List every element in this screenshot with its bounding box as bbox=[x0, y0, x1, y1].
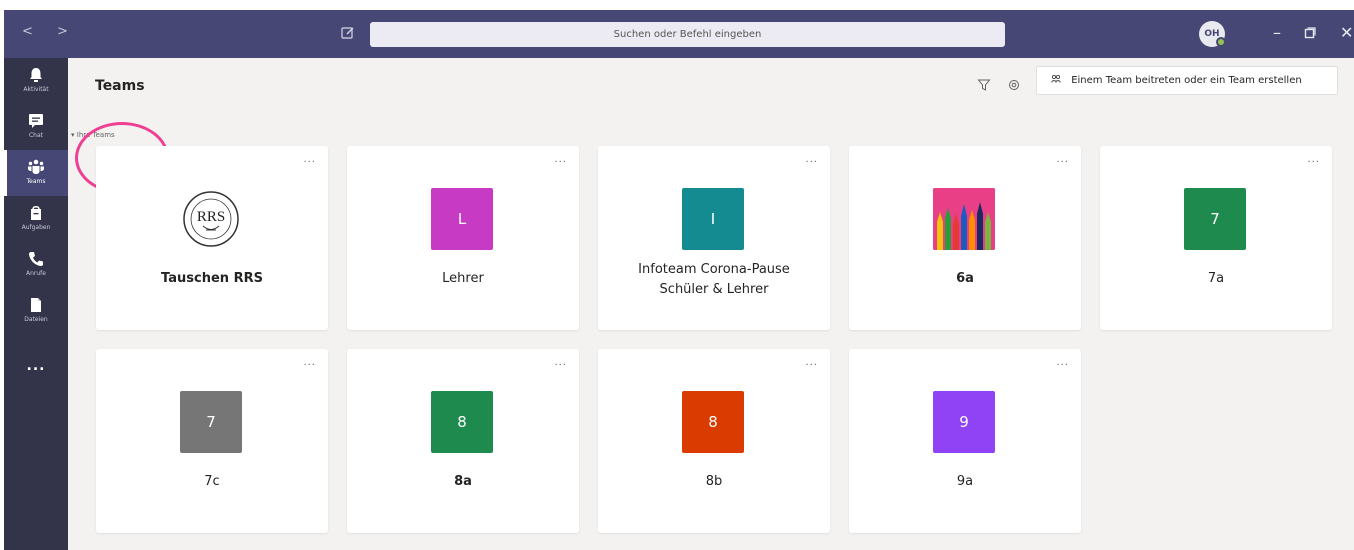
team-card-6a[interactable]: ... 6a bbox=[849, 146, 1081, 330]
status-indicator bbox=[1216, 37, 1226, 47]
rrs-logo: RRS bbox=[180, 188, 242, 250]
team-options-button[interactable]: ... bbox=[554, 357, 567, 368]
bell-icon bbox=[30, 68, 42, 82]
title-bar: < > Suchen oder Befehl eingeben OH – ✕ bbox=[4, 10, 1354, 58]
rail-item-teams[interactable]: Teams bbox=[4, 150, 68, 196]
chat-icon bbox=[29, 114, 43, 128]
team-name: 8a bbox=[454, 474, 472, 489]
rail-label: Dateien bbox=[24, 316, 48, 323]
team-name: 9a bbox=[956, 474, 974, 489]
page-title: Teams bbox=[95, 78, 145, 94]
team-name: 7a bbox=[1207, 271, 1225, 286]
team-name: Tauschen RRS bbox=[161, 271, 263, 286]
new-chat-icon[interactable] bbox=[340, 25, 356, 41]
search-input[interactable]: Suchen oder Befehl eingeben bbox=[370, 22, 1005, 47]
team-options-button[interactable]: ... bbox=[1307, 154, 1320, 165]
team-options-button[interactable]: ... bbox=[805, 357, 818, 368]
filter-icon[interactable] bbox=[977, 77, 991, 96]
close-icon[interactable]: ✕ bbox=[1340, 22, 1353, 44]
colored-pencils-image bbox=[933, 188, 995, 250]
team-avatar-tile: 7 bbox=[180, 391, 242, 453]
team-options-button[interactable]: ... bbox=[554, 154, 567, 165]
team-options-button[interactable]: ... bbox=[303, 154, 316, 165]
files-icon bbox=[31, 298, 41, 312]
team-avatar-tile: 8 bbox=[682, 391, 744, 453]
rail-label: Aktivität bbox=[23, 86, 49, 93]
team-card-tauschen-rrs[interactable]: ... RRS Tauschen RRS bbox=[96, 146, 328, 330]
team-name: 8b bbox=[705, 474, 723, 489]
maximize-icon[interactable] bbox=[1304, 22, 1316, 45]
team-avatar-tile: 8 bbox=[431, 391, 493, 453]
team-name: 7c bbox=[204, 474, 220, 489]
app-bar: Aktivität Chat Teams Aufgaben Anrufe Dat… bbox=[4, 58, 68, 550]
team-name: 6a bbox=[956, 271, 974, 286]
rail-item-assignments[interactable]: Aufgaben bbox=[4, 196, 68, 242]
join-button-label: Einem Team beitreten oder ein Team erste… bbox=[1071, 75, 1302, 86]
rail-item-activity[interactable]: Aktivität bbox=[4, 58, 68, 104]
team-card-lehrer[interactable]: ... L Lehrer bbox=[347, 146, 579, 330]
rail-label: Teams bbox=[26, 178, 46, 185]
team-card-7a[interactable]: ... 7 7a bbox=[1100, 146, 1332, 330]
team-options-button[interactable]: ... bbox=[805, 154, 818, 165]
minimize-icon[interactable]: – bbox=[1273, 22, 1281, 44]
team-avatar-tile: I bbox=[682, 188, 744, 250]
team-avatar-tile: 7 bbox=[1184, 188, 1246, 250]
team-card-8b[interactable]: ... 8 8b bbox=[598, 349, 830, 533]
more-apps-button[interactable]: ... bbox=[4, 358, 68, 374]
team-avatar-tile: L bbox=[431, 188, 493, 250]
teams-icon bbox=[28, 159, 44, 174]
join-or-create-team-button[interactable]: Einem Team beitreten oder ein Team erste… bbox=[1036, 66, 1338, 95]
add-team-icon bbox=[1051, 74, 1065, 86]
team-options-button[interactable]: ... bbox=[1056, 357, 1069, 368]
phone-icon bbox=[29, 252, 43, 266]
rail-item-files[interactable]: Dateien bbox=[4, 288, 68, 334]
gear-icon[interactable] bbox=[1007, 77, 1021, 96]
rail-item-chat[interactable]: Chat bbox=[4, 104, 68, 150]
rail-label: Anrufe bbox=[26, 270, 46, 277]
team-name: Lehrer bbox=[442, 271, 484, 286]
rail-label: Chat bbox=[28, 132, 44, 139]
teams-app: < > Suchen oder Befehl eingeben OH – ✕ A… bbox=[4, 10, 1354, 550]
team-card-9a[interactable]: ... 9 9a bbox=[849, 349, 1081, 533]
team-card-7c[interactable]: ... 7 7c bbox=[96, 349, 328, 533]
team-options-button[interactable]: ... bbox=[1056, 154, 1069, 165]
rail-item-calls[interactable]: Anrufe bbox=[4, 242, 68, 288]
team-card-infoteam[interactable]: ... I Infoteam Corona-Pause Schüler & Le… bbox=[598, 146, 830, 330]
rrs-logo-text: RRS bbox=[197, 209, 225, 225]
team-card-8a[interactable]: ... 8 8a bbox=[347, 349, 579, 533]
team-name: Infoteam Corona-Pause Schüler & Lehrer bbox=[638, 262, 790, 297]
team-avatar-tile: 9 bbox=[933, 391, 995, 453]
assignments-icon bbox=[31, 205, 41, 220]
team-options-button[interactable]: ... bbox=[303, 357, 316, 368]
rail-label: Aufgaben bbox=[21, 224, 51, 231]
history-nav[interactable]: < > bbox=[22, 24, 78, 39]
